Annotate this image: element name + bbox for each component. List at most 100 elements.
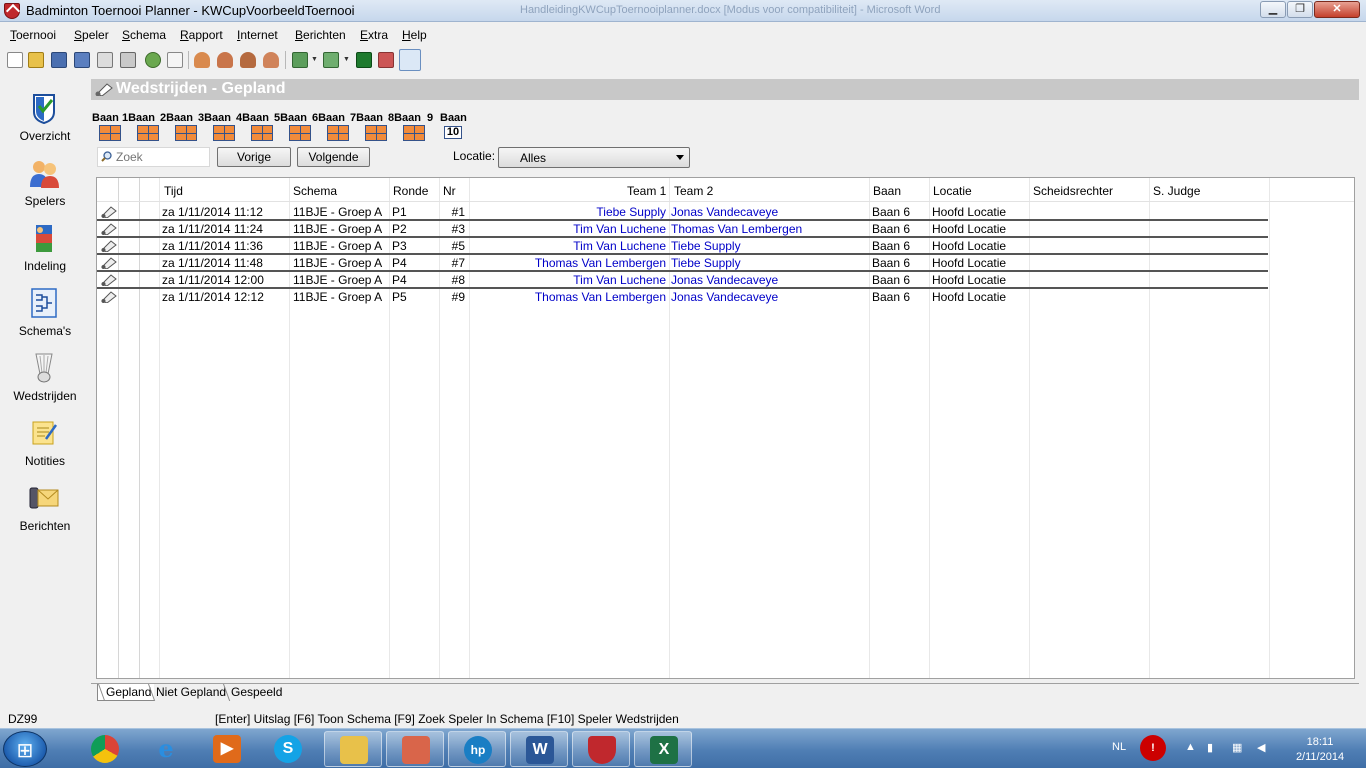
previous-button[interactable]: Vorige xyxy=(217,147,291,167)
cell-team2[interactable]: Thomas Van Lembergen xyxy=(671,222,802,236)
court-label: 5Baan xyxy=(274,112,308,124)
player-group-icon[interactable] xyxy=(263,52,279,68)
nav-notities[interactable]: Notities xyxy=(0,417,90,479)
players-icon xyxy=(30,161,59,188)
minimize-button[interactable]: ▁ xyxy=(1260,1,1286,18)
mail-icon[interactable] xyxy=(167,52,183,68)
cell-team2[interactable]: Tiebe Supply xyxy=(671,256,741,270)
word-icon: W xyxy=(526,736,554,764)
header-nr[interactable]: Nr xyxy=(443,184,456,198)
player-icon[interactable] xyxy=(194,52,210,68)
web-icon[interactable] xyxy=(145,52,161,68)
shuttlecock-icon xyxy=(101,206,117,218)
nav-schemas[interactable]: Schema's xyxy=(0,287,90,349)
location-select[interactable]: Alles xyxy=(498,147,690,168)
cell-team1[interactable]: Tim Van Luchene xyxy=(472,222,666,236)
nav-spelers[interactable]: Spelers xyxy=(0,157,90,219)
clock[interactable]: 18:11 2/11/2014 xyxy=(1288,735,1352,765)
tab-niet-gepland[interactable]: Niet Gepland xyxy=(148,684,229,701)
location-value: Alles xyxy=(520,151,547,165)
tab-gespeeld[interactable]: Gespeeld xyxy=(223,684,285,701)
nav-indeling[interactable]: Indeling xyxy=(0,222,90,284)
cell-ronde: P3 xyxy=(392,239,407,253)
next-button[interactable]: Volgende xyxy=(297,147,370,167)
header-schema[interactable]: Schema xyxy=(293,184,337,198)
table-row[interactable]: za 1/11/2014 11:24 11BJE - Groep A P2 #3… xyxy=(97,220,1354,238)
new-file-icon[interactable] xyxy=(7,52,23,68)
court-label: 9 xyxy=(427,112,434,124)
taskbar-media[interactable]: ▶ xyxy=(198,731,256,767)
cell-team2[interactable]: Tiebe Supply xyxy=(671,239,741,253)
cell-team2[interactable]: Jonas Vandecaveye xyxy=(671,273,778,287)
taskbar-badminton[interactable] xyxy=(572,731,630,767)
network-icon[interactable]: ▦ xyxy=(1232,741,1242,754)
open-folder-icon[interactable] xyxy=(28,52,44,68)
court-10-number[interactable]: 10 xyxy=(444,126,462,139)
taskbar-hp[interactable]: hp xyxy=(448,731,506,767)
cell-team1[interactable]: Tim Van Luchene xyxy=(472,239,666,253)
court-icon[interactable] xyxy=(356,52,372,68)
taskbar-ie[interactable]: e xyxy=(137,731,195,767)
print-preview-icon[interactable] xyxy=(97,52,113,68)
player-search-icon[interactable] xyxy=(240,52,256,68)
nav-wedstrijden[interactable]: Wedstrijden xyxy=(0,352,90,414)
taskbar-presentation[interactable] xyxy=(386,731,444,767)
cell-team2[interactable]: Jonas Vandecaveye xyxy=(671,205,778,219)
schedule-icon[interactable] xyxy=(292,52,308,68)
nav-overzicht[interactable]: Overzicht xyxy=(0,92,90,154)
cell-team1[interactable]: Tim Van Luchene xyxy=(472,273,666,287)
language-indicator[interactable]: NL xyxy=(1112,741,1126,753)
table-row[interactable]: za 1/11/2014 11:36 11BJE - Groep A P3 #5… xyxy=(97,237,1354,255)
menu-extra[interactable]: Extra xyxy=(360,28,388,42)
table-row[interactable]: za 1/11/2014 11:12 11BJE - Groep A P1 #1… xyxy=(97,203,1354,221)
taskbar-excel[interactable]: X xyxy=(634,731,692,767)
device-icon[interactable]: ▮ xyxy=(1207,741,1213,754)
header-scheidsrechter[interactable]: Scheidsrechter xyxy=(1033,184,1113,198)
menu-schema[interactable]: Schema xyxy=(122,28,166,42)
action-center-icon[interactable]: ! xyxy=(1140,735,1166,761)
menu-help[interactable]: Help xyxy=(402,28,427,42)
schedule-options-icon[interactable] xyxy=(323,52,339,68)
dropdown-arrow-icon[interactable]: ▼ xyxy=(343,56,350,63)
search-icon[interactable] xyxy=(399,49,421,71)
show-hidden-icons-icon[interactable]: ▲ xyxy=(1185,741,1196,753)
nav-berichten[interactable]: Berichten xyxy=(0,482,90,544)
taskbar-word[interactable]: W xyxy=(510,731,568,767)
header-baan[interactable]: Baan xyxy=(873,184,901,198)
tab-gepland[interactable]: Gepland xyxy=(97,684,155,701)
header-team2[interactable]: Team 2 xyxy=(674,184,713,198)
table-row[interactable]: za 1/11/2014 11:48 11BJE - Groep A P4 #7… xyxy=(97,254,1354,272)
cell-team1[interactable]: Tiebe Supply xyxy=(472,205,666,219)
search-input[interactable] xyxy=(116,149,208,165)
dropdown-arrow-icon[interactable]: ▼ xyxy=(311,56,318,63)
header-team1[interactable]: Team 1 xyxy=(627,184,666,198)
table-row[interactable]: za 1/11/2014 12:12 11BJE - Groep A P5 #9… xyxy=(97,288,1354,305)
taskbar-explorer[interactable] xyxy=(324,731,382,767)
close-button[interactable]: ✕ xyxy=(1314,1,1360,18)
export-icon[interactable] xyxy=(378,52,394,68)
cell-team2[interactable]: Jonas Vandecaveye xyxy=(671,290,778,304)
taskbar-skype[interactable]: S xyxy=(259,731,317,767)
cell-team1[interactable]: Thomas Van Lembergen xyxy=(472,290,666,304)
header-locatie[interactable]: Locatie xyxy=(933,184,972,198)
menu-speler[interactable]: Speler xyxy=(74,28,109,42)
maximize-button[interactable]: ❐ xyxy=(1287,1,1313,18)
menu-berichten[interactable]: Berichten xyxy=(295,28,346,42)
save-icon[interactable] xyxy=(51,52,67,68)
start-button[interactable] xyxy=(3,731,47,767)
header-tijd[interactable]: Tijd xyxy=(164,184,183,198)
menu-toernooi[interactable]: Toernooi xyxy=(10,28,56,42)
taskbar-chrome[interactable] xyxy=(76,731,134,767)
print-icon[interactable] xyxy=(120,52,136,68)
menu-internet[interactable]: Internet xyxy=(237,28,278,42)
volume-icon[interactable]: ◀ xyxy=(1257,741,1265,754)
save-as-icon[interactable] xyxy=(74,52,90,68)
header-sjudge[interactable]: S. Judge xyxy=(1153,184,1200,198)
header-ronde[interactable]: Ronde xyxy=(393,184,428,198)
menu-rapport[interactable]: Rapport xyxy=(180,28,223,42)
cell-team1[interactable]: Thomas Van Lembergen xyxy=(472,256,666,270)
table-row[interactable]: za 1/11/2014 12:00 11BJE - Groep A P4 #8… xyxy=(97,271,1354,289)
court-label: Baan xyxy=(92,112,119,124)
search-box[interactable] xyxy=(97,147,210,167)
player-add-icon[interactable] xyxy=(217,52,233,68)
